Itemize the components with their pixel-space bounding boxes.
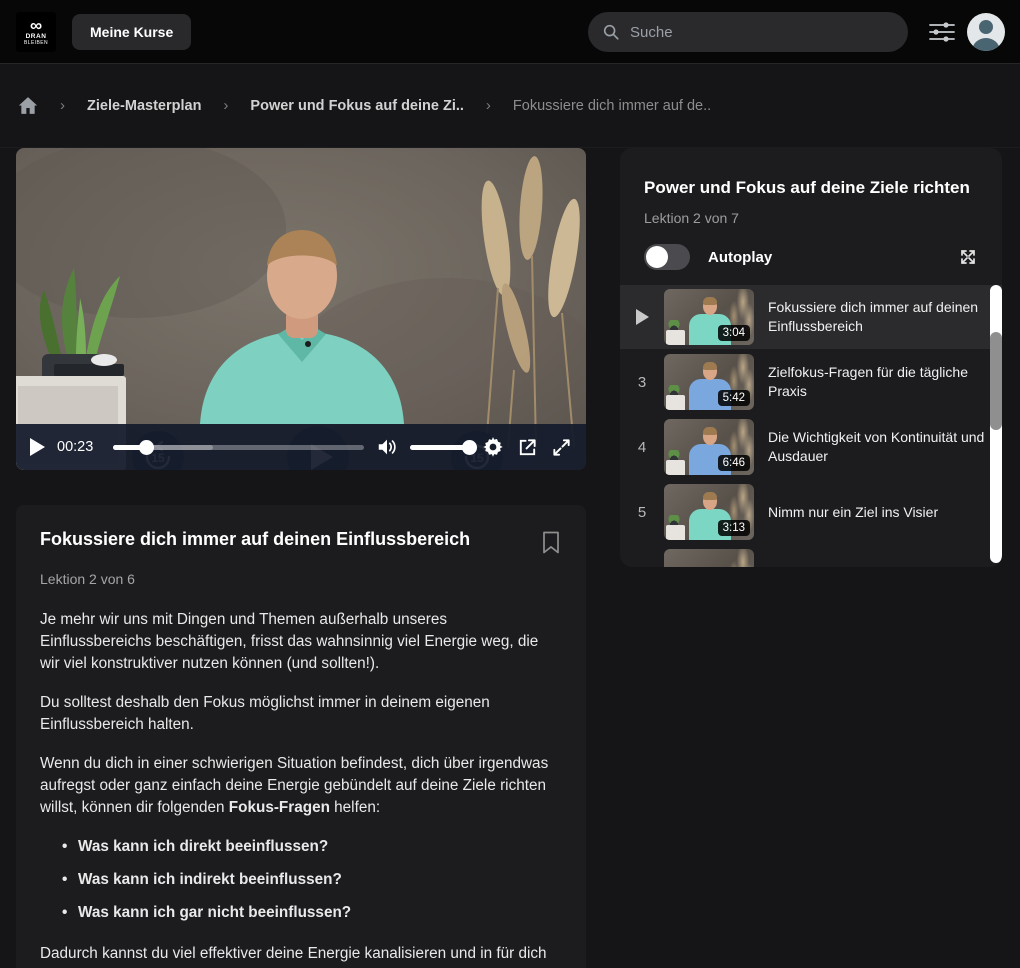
playlist-item-current[interactable]: 3:04 Fokussiere dich immer auf deinen Ei… [620, 285, 1002, 349]
list-item: Was kann ich indirekt beeinflussen? [62, 869, 562, 891]
filter-settings-icon[interactable] [928, 20, 956, 44]
video-thumbnail [664, 549, 754, 567]
playlist-item[interactable]: 4 6:46 Die Wichtigkeit von Kontinuität u… [620, 415, 1002, 479]
volume-icon[interactable] [376, 436, 398, 458]
search-icon [602, 23, 620, 41]
lesson-progress-label: Lektion 2 von 6 [40, 571, 562, 587]
duration-badge: 3:13 [718, 520, 750, 536]
lesson-title: Fokussiere dich immer auf deinen Einflus… [40, 529, 470, 550]
playlist-item[interactable]: 3 5:42 Zielfokus-Fragen für die tägliche… [620, 350, 1002, 414]
duration-badge: 6:46 [718, 455, 750, 471]
chevron-right-icon: › [486, 97, 491, 114]
lesson-body: Je mehr wir uns mit Dingen und Themen au… [40, 609, 562, 968]
playlist-item-title: Nimm nur ein Ziel ins Visier [768, 503, 988, 522]
logo-text-line2: BLEIBEN [24, 40, 48, 46]
user-avatar[interactable] [967, 13, 1005, 51]
progress-bar[interactable] [113, 445, 364, 450]
volume-knob[interactable] [462, 440, 477, 455]
toggle-knob [646, 246, 668, 268]
bookmark-icon [542, 531, 560, 554]
fullscreen-icon[interactable] [550, 436, 572, 458]
breadcrumb-module[interactable]: Power und Fokus auf deine Zi.. [250, 98, 464, 114]
my-courses-button[interactable]: Meine Kurse [72, 14, 191, 50]
video-thumbnail: 5:42 [664, 354, 754, 410]
current-time: 00:23 [57, 439, 101, 455]
chevron-right-icon: › [60, 97, 65, 114]
lesson-content-card: Fokussiere dich immer auf deinen Einflus… [16, 505, 586, 968]
bookmark-button[interactable] [540, 529, 562, 559]
item-number: 5 [638, 504, 646, 521]
person-silhouette-icon [967, 13, 1005, 51]
search-input[interactable] [630, 24, 894, 41]
paragraph: Dadurch kannst du viel effektiver deine … [40, 943, 562, 968]
duration-badge: 3:04 [718, 325, 750, 341]
open-in-new-icon[interactable] [516, 436, 538, 458]
playlist-item-partial[interactable] [620, 545, 1002, 567]
chevron-right-icon: › [223, 97, 228, 114]
infinity-logo-icon: ∞ [30, 19, 42, 33]
brand-logo[interactable]: ∞ DRAN BLEIBEN [16, 12, 56, 52]
playlist-item-title: Fokussiere dich immer auf deinen Einflus… [768, 298, 988, 336]
course-player-page: ∞ DRAN BLEIBEN Meine Kurse [0, 0, 1020, 968]
autoplay-label: Autoplay [708, 249, 772, 266]
playlist-title: Power und Fokus auf deine Ziele richten [644, 178, 978, 198]
playlist-scrollbar-track[interactable] [990, 285, 1002, 563]
autoplay-row: Autoplay [644, 244, 978, 270]
top-nav: ∞ DRAN BLEIBEN Meine Kurse [0, 0, 1020, 64]
progress-knob[interactable] [139, 440, 154, 455]
video-thumbnail: 3:04 [664, 289, 754, 345]
expand-panel-icon[interactable] [958, 247, 978, 267]
paragraph: Je mehr wir uns mit Dingen und Themen au… [40, 609, 562, 675]
list-item: Was kann ich direkt beeinflussen? [62, 836, 562, 858]
breadcrumb-course[interactable]: Ziele-Masterplan [87, 98, 201, 114]
breadcrumb: › Ziele-Masterplan › Power und Fokus auf… [0, 64, 1020, 148]
video-thumbnail: 3:13 [664, 484, 754, 540]
video-control-bar: 00:23 [16, 424, 586, 470]
duration-badge: 5:42 [718, 390, 750, 406]
volume-slider[interactable] [410, 445, 470, 450]
volume-fill [410, 445, 470, 450]
playlist-item-title: Die Wichtigkeit von Kontinuität und Ausd… [768, 428, 988, 466]
item-number: 4 [638, 439, 646, 456]
logo-text-line1: DRAN [26, 33, 47, 40]
play-button[interactable] [30, 438, 45, 456]
autoplay-toggle[interactable] [644, 244, 690, 270]
breadcrumb-lesson: Fokussiere dich immer auf de.. [513, 98, 711, 114]
playlist-item[interactable]: 5 3:13 Nimm nur ein Ziel ins Visier [620, 480, 1002, 544]
home-icon[interactable] [18, 96, 38, 115]
now-playing-icon [636, 309, 649, 325]
settings-gear-icon[interactable] [482, 436, 504, 458]
playlist-item-title: Zielfokus-Fragen für die tägliche Praxis [768, 363, 988, 401]
playlist-items: 3:04 Fokussiere dich immer auf deinen Ei… [620, 285, 1002, 567]
lesson-playlist-panel: Power und Fokus auf deine Ziele richten … [620, 148, 1002, 567]
search-bar[interactable] [588, 12, 908, 52]
video-player: 15 15 00:23 [16, 148, 586, 470]
playlist-scrollbar-thumb[interactable] [990, 332, 1002, 430]
video-frame [16, 148, 586, 470]
list-item: Was kann ich gar nicht beeinflussen? [62, 902, 562, 924]
paragraph: Wenn du dich in einer schwierigen Situat… [40, 753, 562, 819]
focus-questions-list: Was kann ich direkt beeinflussen? Was ka… [62, 836, 562, 924]
playlist-progress-label: Lektion 2 von 7 [644, 210, 978, 226]
video-thumbnail: 6:46 [664, 419, 754, 475]
paragraph: Du solltest deshalb den Fokus möglichst … [40, 692, 562, 736]
item-number: 3 [638, 374, 646, 391]
